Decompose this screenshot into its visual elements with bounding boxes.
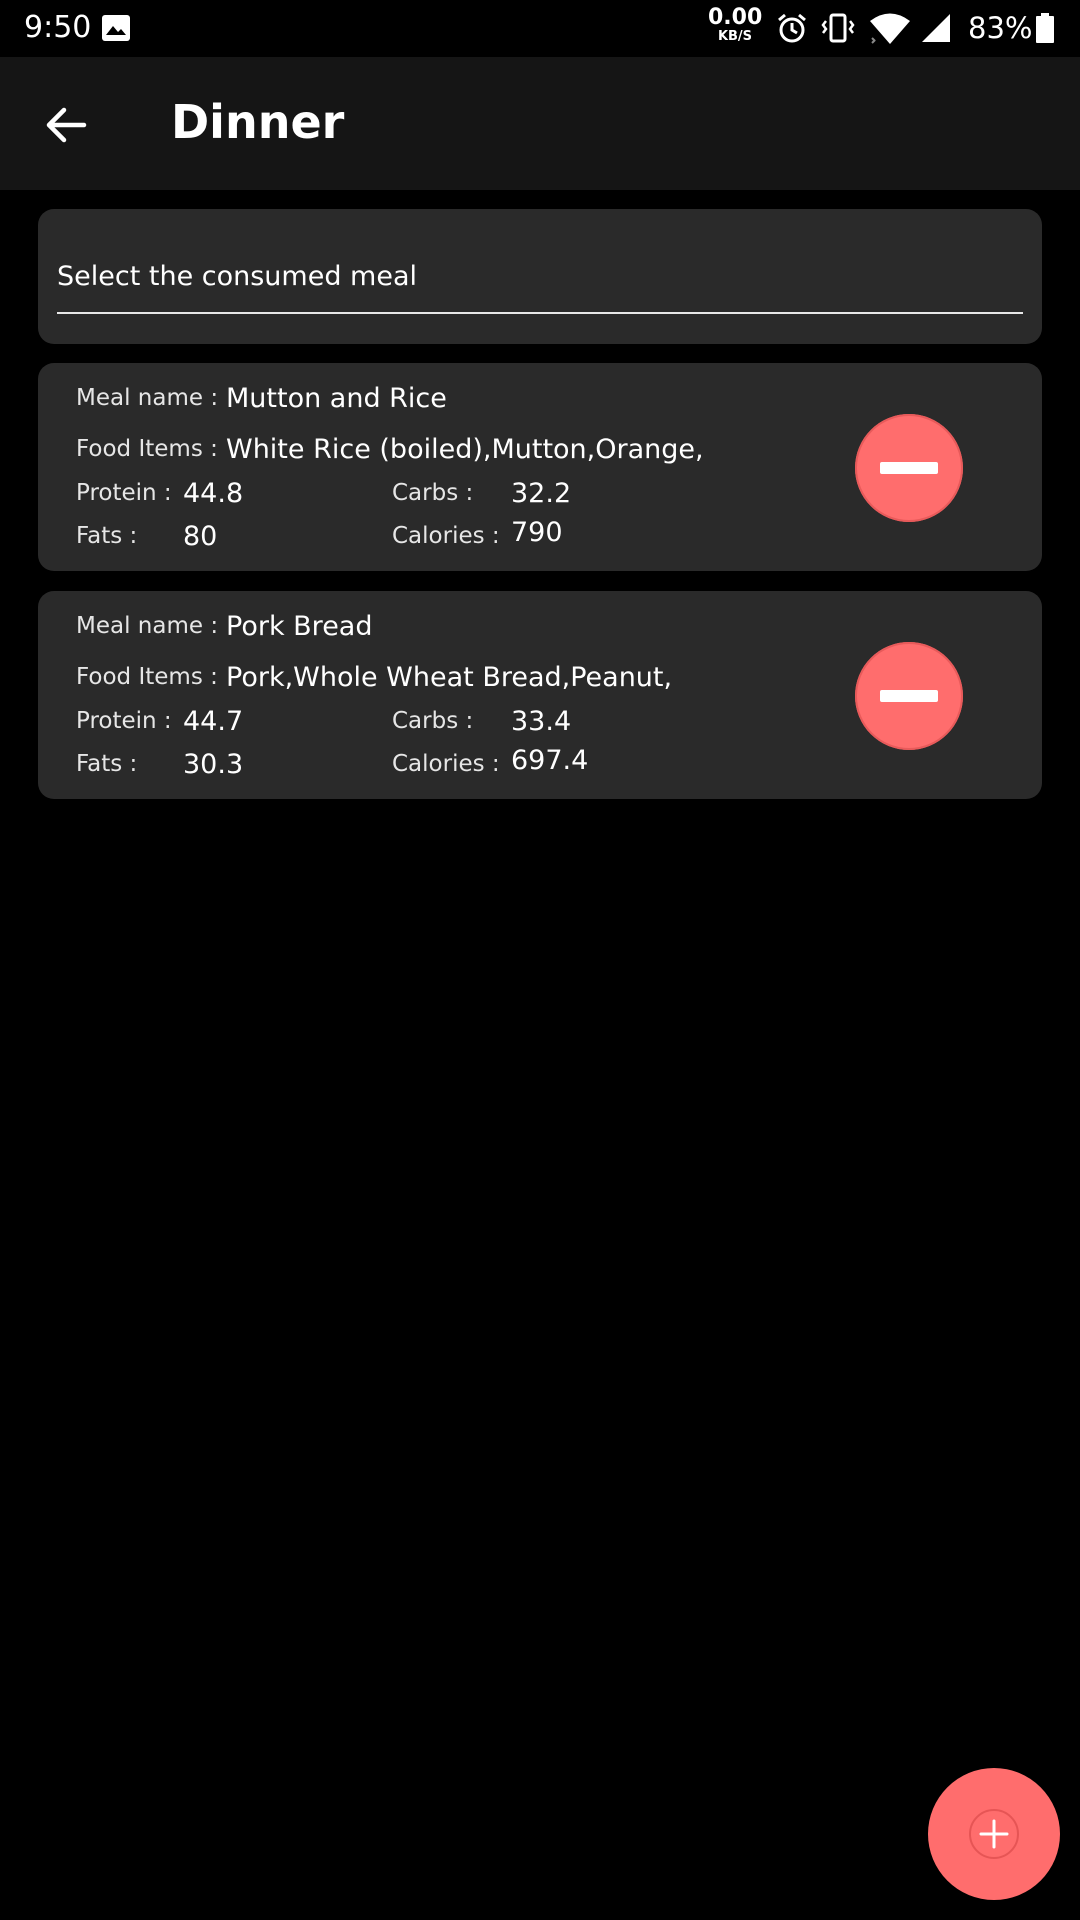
image-icon [102, 15, 130, 41]
vibrate-icon [820, 12, 856, 48]
protein-label: Protein : [76, 480, 172, 506]
calories-label: Calories : [392, 751, 500, 777]
food-items-value: White Rice (boiled),Mutton,Orange, [226, 434, 704, 465]
minus-icon [880, 462, 938, 474]
network-speed-value: 0.00 [708, 5, 763, 30]
carbs-label: Carbs : [392, 708, 474, 734]
wifi-icon [868, 12, 912, 50]
alarm-icon [776, 12, 808, 48]
fats-label: Fats : [76, 523, 138, 549]
battery-percent: 83% [968, 11, 1033, 45]
meal-card: Meal name : Pork Bread Food Items : Pork… [38, 591, 1042, 799]
select-meal-dropdown[interactable]: Select the consumed meal [57, 249, 1023, 314]
network-speed-unit: KB/S [717, 29, 753, 44]
food-items-label: Food Items : [76, 664, 218, 690]
page-title: Dinner [171, 95, 345, 149]
remove-meal-button[interactable] [855, 414, 963, 522]
meal-card: Meal name : Mutton and Rice Food Items :… [38, 363, 1042, 571]
add-meal-fab[interactable] [928, 1768, 1060, 1900]
back-button[interactable] [36, 95, 96, 155]
carbs-value: 32.2 [511, 478, 572, 509]
battery-icon [1036, 13, 1054, 47]
status-time: 9:50 [24, 10, 92, 45]
status-bar: 9:50 0.00 KB/S 83% [0, 0, 1080, 57]
meal-name-label: Meal name : [76, 385, 219, 411]
plus-icon [969, 1809, 1019, 1859]
protein-value: 44.7 [183, 706, 244, 737]
minus-icon [880, 690, 938, 702]
fats-label: Fats : [76, 751, 138, 777]
protein-value: 44.8 [183, 478, 244, 509]
food-items-label: Food Items : [76, 436, 218, 462]
protein-label: Protein : [76, 708, 172, 734]
app-bar: Dinner [0, 57, 1080, 190]
carbs-label: Carbs : [392, 480, 474, 506]
network-speed: 0.00 KB/S [708, 5, 763, 44]
fats-value: 30.3 [183, 749, 244, 780]
cell-signal-icon [918, 12, 952, 48]
food-items-value: Pork,Whole Wheat Bread,Peanut, [226, 662, 673, 693]
calories-label: Calories : [392, 523, 500, 549]
select-meal-card: Select the consumed meal [38, 209, 1042, 344]
meal-name-label: Meal name : [76, 613, 219, 639]
fats-value: 80 [183, 521, 218, 552]
calories-value: 697.4 [511, 745, 589, 776]
arrow-left-icon [46, 107, 87, 143]
remove-meal-button[interactable] [855, 642, 963, 750]
meal-name-value: Mutton and Rice [226, 383, 447, 414]
carbs-value: 33.4 [511, 706, 572, 737]
calories-value: 790 [511, 517, 563, 548]
meal-name-value: Pork Bread [226, 611, 373, 642]
